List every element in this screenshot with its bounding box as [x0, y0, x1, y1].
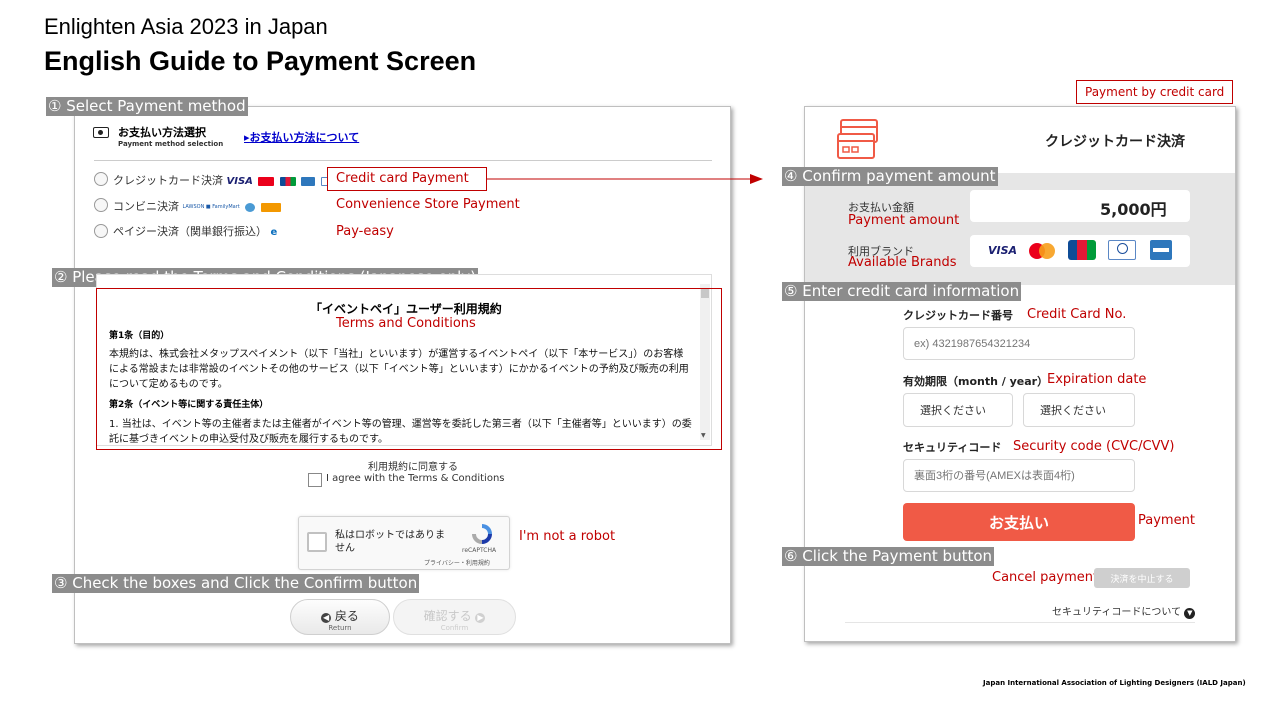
- jcb-icon: [1068, 240, 1096, 260]
- wallet-icon: [93, 127, 109, 138]
- security-code-label: セキュリティコード: [903, 441, 1002, 454]
- annotation-cancel-payment: Cancel payment: [992, 570, 1099, 585]
- confirm-sub-label: Confirm: [440, 624, 469, 632]
- radio-pay-easy[interactable]: [94, 224, 108, 238]
- guide-title: Enlighten Asia 2023 in Japan: [44, 14, 328, 39]
- card-number-label: クレジットカード番号: [903, 309, 1013, 322]
- visa-mini-icon: VISA: [226, 175, 253, 187]
- annotation-expiry: Expiration date: [1047, 372, 1147, 387]
- amount-value: 5,000円: [1100, 200, 1167, 219]
- security-code-input[interactable]: [903, 459, 1135, 492]
- recaptcha-label: 私はロボットではありません: [335, 530, 445, 554]
- jcb-mini-icon: [279, 176, 296, 186]
- section-subtitle: Payment method selection: [118, 140, 224, 148]
- radio-convenience[interactable]: [94, 198, 108, 212]
- terms-line: 1. 当社は、イベント等の主催者または主催者がイベント等の管理、運営等を委託した…: [109, 419, 692, 430]
- visa-icon: VISA: [988, 244, 1018, 257]
- amex-icon: [1150, 240, 1172, 260]
- terms-article-2-heading: 第2条（イベント等に関する責任主体）: [109, 400, 269, 410]
- recaptcha-logo-icon: [472, 524, 492, 544]
- footer-credit: Japan International Association of Light…: [983, 679, 1246, 687]
- recaptcha-brand: reCAPTCHA: [462, 547, 497, 554]
- mastercard-icon: [1029, 243, 1055, 259]
- radio-credit-card[interactable]: [94, 172, 108, 186]
- credit-card-icon: [837, 119, 878, 159]
- annotation-not-robot: I'm not a robot: [519, 529, 616, 544]
- step-4-label: ④ Confirm payment amount: [782, 167, 998, 186]
- agree-label-en[interactable]: I agree with the Terms & Conditions: [326, 473, 505, 484]
- mastercard-mini-icon: [258, 176, 275, 186]
- about-payment-link[interactable]: ▸お支払い方法について: [244, 129, 359, 145]
- section-title: お支払い方法選択: [118, 126, 206, 139]
- expiry-year-select[interactable]: 選択ください: [1023, 393, 1135, 427]
- annotation-payment: Payment: [1138, 513, 1195, 528]
- option-pay-easy[interactable]: ペイジー決済（関単銀行振込） e: [113, 223, 277, 239]
- terms-title: 「イベントペイ」ユーザー利用規約: [310, 302, 502, 316]
- store-mini-icon: [245, 202, 256, 212]
- option-credit-card[interactable]: クレジットカード決済 VISA: [113, 172, 335, 188]
- annotation-pay-easy: Pay-easy: [336, 224, 394, 239]
- agree-label-jp: 利用規約に同意する: [368, 462, 458, 473]
- terms-line: 本規約は、株式会社メタップスペイメント（以下「当社」といいます）が運営するイベン…: [109, 349, 684, 360]
- annotation-credit-card: Credit card Payment: [327, 167, 487, 191]
- step-5-label: ⑤ Enter credit card information: [782, 282, 1022, 301]
- agree-checkbox[interactable]: [308, 473, 322, 487]
- annotation-payment-amount: Payment amount: [848, 213, 960, 228]
- forward-arrow-icon: ▶: [475, 613, 486, 623]
- diners-club-icon: [1108, 240, 1136, 260]
- annotation-convenience: Convenience Store Payment: [336, 197, 520, 212]
- cancel-payment-button[interactable]: 決済を中止する: [1094, 568, 1190, 588]
- step-3-label: ③ Check the boxes and Click the Confirm …: [52, 574, 420, 593]
- security-code-info-link[interactable]: セキュリティコードについて ▼: [1052, 603, 1196, 619]
- terms-line: 託に基づきイベントの申込受付及び販売を履行するものです。: [109, 434, 388, 445]
- return-button[interactable]: ◀ 戻る Return: [290, 599, 390, 635]
- card-number-input[interactable]: [903, 327, 1135, 360]
- pay-easy-icon: e: [270, 226, 278, 238]
- annotation-payment-by-credit-card: Payment by credit card: [1076, 80, 1234, 104]
- convenience-brands-icon: LAWSON ■ FamilyMart: [182, 204, 240, 210]
- annotation-security-code: Security code (CVC/CVV): [1013, 439, 1175, 454]
- back-arrow-icon: ◀: [321, 613, 332, 623]
- terms-line: による常設または非常設のイベントその他のサービス（以下「イベント等」といいます）…: [109, 364, 689, 375]
- annotation-terms: Terms and Conditions: [336, 316, 476, 331]
- annotation-card-number: Credit Card No.: [1027, 307, 1127, 322]
- annotation-available-brands: Available Brands: [848, 255, 957, 270]
- recaptcha-checkbox[interactable]: [307, 532, 327, 552]
- ministop-mini-icon: [260, 202, 281, 212]
- divider: [94, 160, 712, 161]
- arrow-icon: [486, 174, 763, 184]
- divider: [845, 622, 1195, 623]
- amex-mini-icon: [301, 176, 316, 186]
- terms-line: について定めるものです。: [109, 379, 228, 390]
- step-1-label: ① Select Payment method: [46, 97, 248, 116]
- expiry-month-select[interactable]: 選択ください: [903, 393, 1013, 427]
- expiry-label: 有効期限（month / year）: [903, 375, 1049, 388]
- return-sub-label: Return: [328, 624, 352, 632]
- confirm-button[interactable]: 確認する ▶ Confirm: [393, 599, 516, 635]
- option-convenience[interactable]: コンビニ決済 LAWSON ■ FamilyMart: [113, 198, 281, 214]
- pay-button[interactable]: お支払い: [903, 503, 1135, 541]
- terms-article-1-heading: 第1条（目的）: [109, 331, 170, 341]
- recaptcha-links[interactable]: プライバシー・利用規約: [424, 558, 490, 567]
- credit-card-title: クレジットカード決済: [1045, 134, 1185, 150]
- chevron-down-icon: ▼: [1184, 608, 1196, 619]
- guide-subtitle: English Guide to Payment Screen: [44, 46, 477, 76]
- step-6-label: ⑥ Click the Payment button: [782, 547, 995, 566]
